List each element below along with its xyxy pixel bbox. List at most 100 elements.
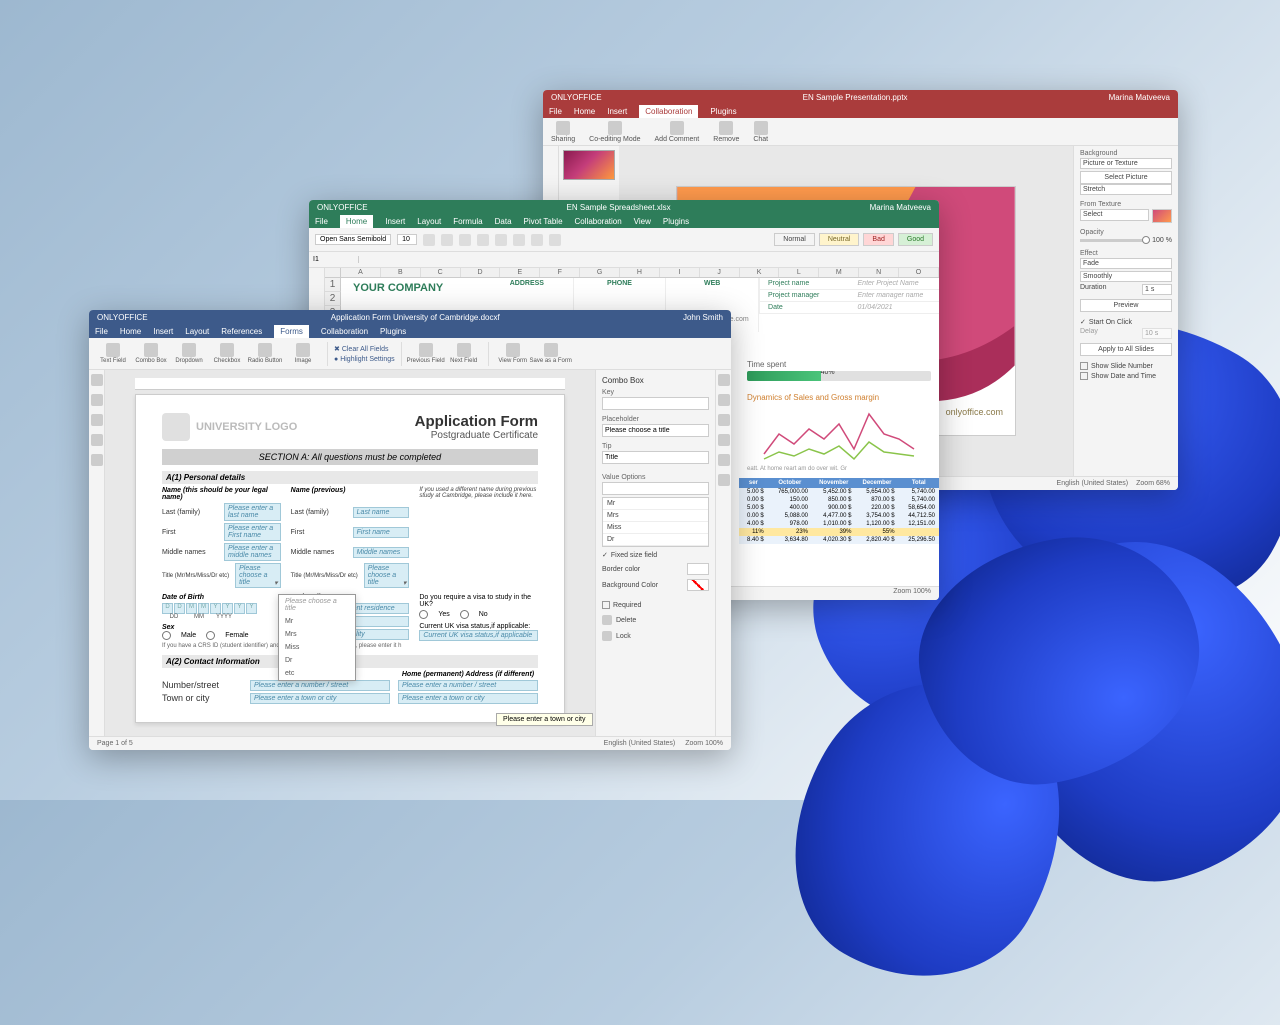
bg-color-swatch[interactable]: [687, 579, 709, 591]
menu-layout[interactable]: Layout: [417, 217, 441, 226]
visa-no-radio[interactable]: [460, 610, 469, 619]
menu-forms[interactable]: Forms: [274, 325, 309, 338]
currency-icon[interactable]: [531, 234, 543, 246]
opacity-slider[interactable]: [1080, 239, 1150, 242]
menu-view[interactable]: View: [634, 217, 651, 226]
radio-button-button[interactable]: Radio Button: [247, 343, 283, 364]
prev-middle-input[interactable]: Middle names: [353, 547, 410, 558]
tip-input[interactable]: [602, 451, 709, 464]
delay-input[interactable]: 10 s: [1142, 328, 1172, 339]
show-date-check[interactable]: Show Date and Time: [1080, 372, 1172, 380]
header-icon[interactable]: [91, 434, 103, 446]
home-town-input[interactable]: Please enter a town or city: [398, 693, 538, 704]
menu-layout[interactable]: Layout: [185, 327, 209, 336]
titlebar[interactable]: ONLYOFFICE Application Form University o…: [89, 310, 731, 324]
list-item[interactable]: Dr: [603, 534, 708, 546]
style-good[interactable]: Good: [898, 233, 933, 246]
lang-indicator[interactable]: English (United States): [604, 740, 676, 747]
preview-button[interactable]: Preview: [1080, 299, 1172, 312]
align-center-icon[interactable]: [495, 234, 507, 246]
dropdown-item-mrs[interactable]: Mrs: [279, 628, 355, 641]
middle-name-input[interactable]: Please enter a middle names: [224, 543, 281, 561]
prev-last-input[interactable]: Last name: [353, 507, 410, 518]
ruler[interactable]: [135, 378, 565, 390]
select-picture-button[interactable]: Select Picture: [1080, 171, 1172, 184]
menu-plugins[interactable]: Plugins: [663, 217, 689, 226]
prev-title-select[interactable]: Please choose a title: [364, 563, 410, 588]
mailing-street-input[interactable]: Please enter a number / street: [250, 680, 390, 691]
menu-references[interactable]: References: [221, 327, 262, 336]
menu-formula[interactable]: Formula: [453, 217, 482, 226]
view-form-button[interactable]: View Form: [495, 343, 531, 364]
smoothly-select[interactable]: Smoothly: [1080, 271, 1172, 282]
zoom-indicator[interactable]: Zoom 100%: [893, 588, 931, 595]
texture-select[interactable]: Select: [1080, 209, 1149, 221]
menu-collaboration[interactable]: Collaboration: [639, 105, 698, 118]
forms-icon[interactable]: [718, 474, 730, 486]
sex-female-radio[interactable]: [206, 631, 215, 640]
dropdown-placeholder[interactable]: Please choose a title: [279, 595, 355, 615]
menu-pivot[interactable]: Pivot Table: [524, 217, 563, 226]
menu-file[interactable]: File: [315, 217, 328, 226]
menu-home[interactable]: Home: [574, 107, 595, 116]
border-color-swatch[interactable]: [687, 563, 709, 575]
prev-field-button[interactable]: Previous Field: [408, 343, 444, 364]
dropdown-item-miss[interactable]: Miss: [279, 641, 355, 654]
search-icon[interactable]: [91, 374, 103, 386]
fill-select[interactable]: Picture or Texture: [1080, 158, 1172, 169]
first-name-input[interactable]: Please enter a First name: [224, 523, 281, 541]
style-normal[interactable]: Normal: [774, 233, 815, 246]
nav-icon[interactable]: [91, 414, 103, 426]
image-button[interactable]: Image: [285, 343, 321, 364]
paragraph-icon[interactable]: [718, 374, 730, 386]
dropdown-button[interactable]: Dropdown: [171, 343, 207, 364]
list-item[interactable]: Mrs: [603, 510, 708, 522]
mailing-town-input[interactable]: Please enter a town or city: [250, 693, 390, 704]
menu-insert[interactable]: Insert: [607, 107, 627, 116]
titlebar[interactable]: ONLYOFFICE EN Sample Presentation.pptx M…: [543, 90, 1178, 104]
font-size-select[interactable]: 10: [397, 234, 417, 245]
menu-plugins[interactable]: Plugins: [380, 327, 406, 336]
save-form-button[interactable]: Save as a Form: [533, 343, 569, 364]
document-canvas[interactable]: UNIVERSITY LOGO Application Form Postgra…: [105, 370, 595, 736]
show-slide-number-check[interactable]: Show Slide Number: [1080, 362, 1172, 370]
italic-icon[interactable]: [441, 234, 453, 246]
text-art-icon[interactable]: [718, 454, 730, 466]
effect-select[interactable]: Fade: [1080, 258, 1172, 269]
dob-input[interactable]: DDMMYYYY: [162, 603, 281, 614]
home-street-input[interactable]: Please enter a number / street: [398, 680, 538, 691]
zoom-indicator[interactable]: Zoom 100%: [685, 740, 723, 747]
apply-all-button[interactable]: Apply to All Slides: [1080, 343, 1172, 356]
percent-icon[interactable]: [549, 234, 561, 246]
required-check[interactable]: Required: [602, 601, 709, 609]
comments-icon[interactable]: [91, 394, 103, 406]
clear-fields-link[interactable]: ✖ Clear All Fields: [334, 345, 395, 353]
lang-indicator[interactable]: English (United States): [1057, 480, 1129, 487]
align-left-icon[interactable]: [477, 234, 489, 246]
checkbox-button[interactable]: Checkbox: [209, 343, 245, 364]
next-field-button[interactable]: Next Field: [446, 343, 482, 364]
stretch-select[interactable]: Stretch: [1080, 184, 1172, 195]
list-item[interactable]: Mr: [603, 498, 708, 510]
dropdown-item-mr[interactable]: Mr: [279, 615, 355, 628]
menu-collaboration[interactable]: Collaboration: [321, 327, 368, 336]
page-indicator[interactable]: Page 1 of 5: [97, 740, 133, 747]
remove-button[interactable]: Remove: [713, 121, 739, 143]
picture-icon[interactable]: [718, 414, 730, 426]
list-item[interactable]: Miss: [603, 522, 708, 534]
underline-icon[interactable]: [459, 234, 471, 246]
combo-box-button[interactable]: Combo Box: [133, 343, 169, 364]
start-on-click-check[interactable]: ✓Start On Click: [1080, 318, 1172, 326]
slide-thumb[interactable]: [563, 150, 615, 180]
last-name-input[interactable]: Please enter a last name: [224, 503, 281, 521]
fixed-size-check[interactable]: ✓Fixed size field: [602, 551, 709, 559]
menu-home[interactable]: Home: [120, 327, 141, 336]
chat-button[interactable]: Chat: [753, 121, 768, 143]
lock-form-button[interactable]: Lock: [602, 631, 709, 641]
menu-insert[interactable]: Insert: [385, 217, 405, 226]
value-input[interactable]: [602, 482, 709, 495]
visa-status-input[interactable]: Current UK visa status,if applicable: [419, 630, 538, 641]
feedback-icon[interactable]: [91, 454, 103, 466]
align-right-icon[interactable]: [513, 234, 525, 246]
menu-data[interactable]: Data: [495, 217, 512, 226]
